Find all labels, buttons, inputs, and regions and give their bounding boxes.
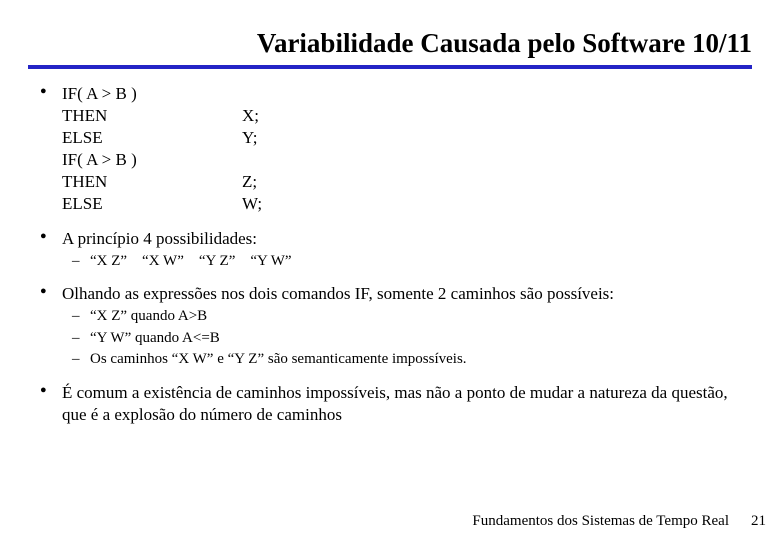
code-l3-left: ELSE xyxy=(62,127,242,149)
code-l2-left: THEN xyxy=(62,105,242,127)
code-l6-left: ELSE xyxy=(62,193,242,215)
code-l5-left: THEN xyxy=(62,171,242,193)
bullet-two-paths-text: Olhando as expressões nos dois comandos … xyxy=(62,284,614,303)
footer-text: Fundamentos dos Sistemas de Tempo Real xyxy=(472,513,729,530)
code-l3-right: Y; xyxy=(242,127,740,149)
page-number: 21 xyxy=(751,513,766,530)
bullet-two-paths: Olhando as expressões nos dois comandos … xyxy=(40,283,740,370)
bullet-conclusion: É comum a existência de caminhos impossí… xyxy=(40,382,740,426)
slide-content: IF( A > B ) THEN X; ELSE Y; IF( A > B ) … xyxy=(0,69,780,426)
code-l4-right xyxy=(242,149,740,171)
code-l1-right xyxy=(242,83,740,105)
code-block: IF( A > B ) THEN X; ELSE Y; IF( A > B ) … xyxy=(62,83,740,216)
sub-possibilities-list: “X Z” “X W” “Y Z” “Y W” xyxy=(62,252,740,272)
code-l6-right: W; xyxy=(242,193,740,215)
bullet-code: IF( A > B ) THEN X; ELSE Y; IF( A > B ) … xyxy=(40,83,740,216)
bullet-possibilities: A princípio 4 possibilidades: “X Z” “X W… xyxy=(40,228,740,272)
code-l4-left: IF( A > B ) xyxy=(62,149,242,171)
bullet-possibilities-text: A princípio 4 possibilidades: xyxy=(62,229,257,248)
sub-path-impossible: Os caminhos “X W” e “Y Z” são semanticam… xyxy=(62,350,740,370)
code-l5-right: Z; xyxy=(242,171,740,193)
sub-path-xz: “X Z” quando A>B xyxy=(62,307,740,327)
footer: Fundamentos dos Sistemas de Tempo Real 2… xyxy=(0,513,780,530)
code-l2-right: X; xyxy=(242,105,740,127)
sub-path-yw: “Y W” quando A<=B xyxy=(62,329,740,349)
code-l1-left: IF( A > B ) xyxy=(62,83,242,105)
slide-title: Variabilidade Causada pelo Software 10/1… xyxy=(0,0,780,65)
